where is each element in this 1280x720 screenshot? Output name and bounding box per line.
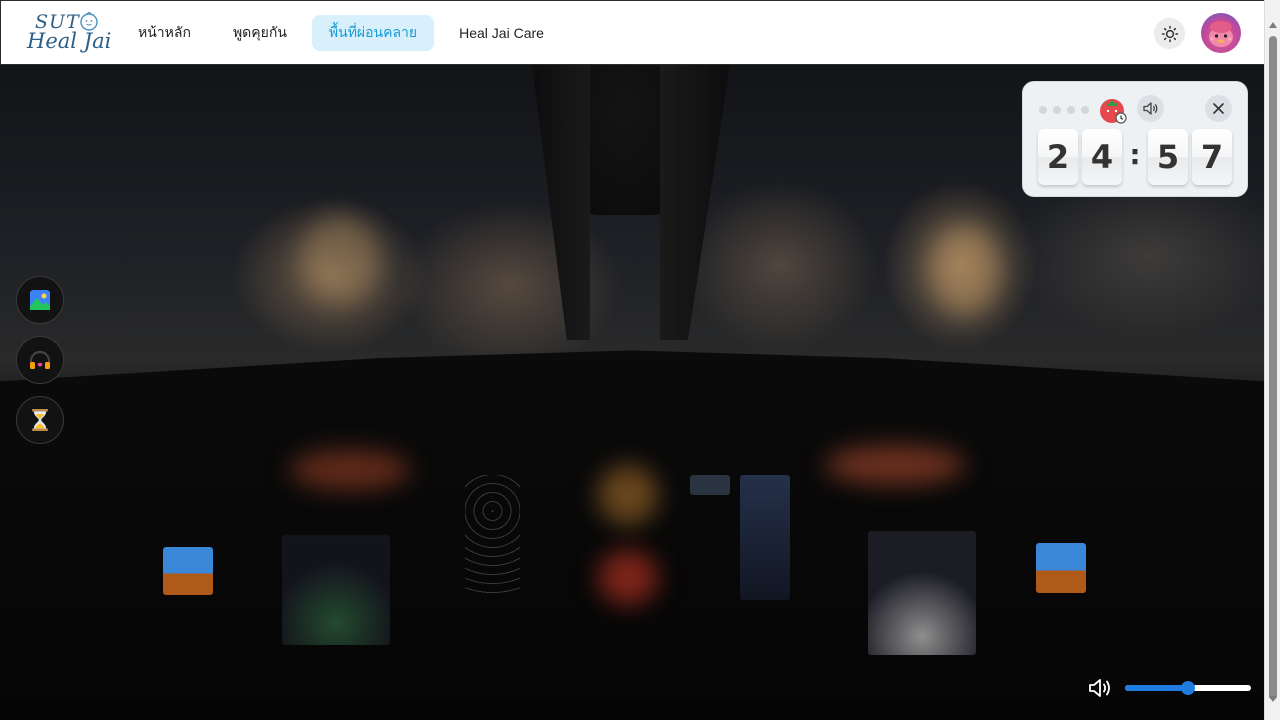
volume-slider-fill: [1125, 685, 1188, 691]
nav-relax-space[interactable]: พื้นที่ผ่อนคลาย: [311, 15, 435, 51]
tomato-timer-icon: [1100, 99, 1127, 124]
display-pfd-right: [1036, 543, 1086, 593]
display-small-center: [690, 475, 730, 495]
logo-face-icon: [80, 11, 98, 31]
timer-digit-seconds-tens: 5: [1148, 129, 1188, 185]
panel-glow-center-lower: [598, 550, 658, 605]
cockpit-frame-right: [660, 65, 730, 340]
timer-sound-button[interactable]: [1137, 95, 1164, 122]
display-nd-right: [868, 531, 976, 655]
panel-glow-center: [598, 465, 658, 525]
nav-home[interactable]: หน้าหลัก: [121, 15, 208, 51]
panel-glow-right: [825, 445, 965, 485]
sun-icon: [1161, 25, 1178, 42]
background-image-button[interactable]: [16, 276, 64, 324]
display-engine: [740, 475, 790, 600]
logo-text-heal-jai: Heal Jai: [27, 29, 112, 53]
image-icon: [30, 290, 50, 310]
user-avatar[interactable]: [1201, 13, 1241, 53]
timer-digit-minutes-tens: 2: [1038, 129, 1078, 185]
hourglass-icon: [32, 409, 48, 431]
display-gauges: [465, 475, 520, 595]
session-dot: [1053, 106, 1061, 114]
avatar-face-icon: [1209, 21, 1233, 47]
display-nd-left: [282, 535, 390, 645]
top-header: SUT Heal Jai หน้าหลัก พูดคุยกัน พื้นที่ผ…: [0, 0, 1264, 65]
theme-toggle-button[interactable]: [1154, 18, 1185, 49]
timer-separator: :: [1129, 138, 1141, 171]
nav-chat[interactable]: พูดคุยกัน: [216, 15, 304, 51]
scrollbar-thumb[interactable]: [1269, 36, 1277, 700]
cockpit-dashboard: [0, 350, 1264, 720]
music-button[interactable]: [16, 336, 64, 384]
page-scrollbar[interactable]: [1264, 0, 1280, 720]
volume-icon[interactable]: [1088, 677, 1112, 699]
scroll-down-arrow-icon[interactable]: [1269, 696, 1277, 702]
timer-button[interactable]: [16, 396, 64, 444]
timer-digit-minutes-ones: 4: [1082, 129, 1122, 185]
logo[interactable]: SUT Heal Jai: [25, 9, 111, 57]
headphones-icon: [29, 350, 51, 369]
session-dot: [1039, 106, 1047, 114]
nav-heal-jai-care[interactable]: Heal Jai Care: [442, 15, 561, 51]
display-pfd-left: [163, 547, 213, 595]
scroll-up-arrow-icon[interactable]: [1269, 22, 1277, 28]
timer-digit-seconds-ones: 7: [1192, 129, 1232, 185]
cockpit-frame-left: [532, 65, 590, 340]
session-dot: [1067, 106, 1075, 114]
main-nav: หน้าหลัก พูดคุยกัน พื้นที่ผ่อนคลาย Heal …: [121, 15, 561, 51]
panel-glow-left: [290, 450, 410, 490]
close-icon: [1213, 103, 1224, 114]
volume-slider-thumb[interactable]: [1181, 681, 1195, 695]
timer-close-button[interactable]: [1205, 95, 1232, 122]
speaker-icon: [1143, 102, 1158, 115]
session-dots: [1039, 106, 1089, 114]
volume-slider[interactable]: [1125, 681, 1251, 695]
session-dot: [1081, 106, 1089, 114]
cloud-glow: [300, 215, 380, 305]
cloud-glow: [930, 225, 1000, 315]
